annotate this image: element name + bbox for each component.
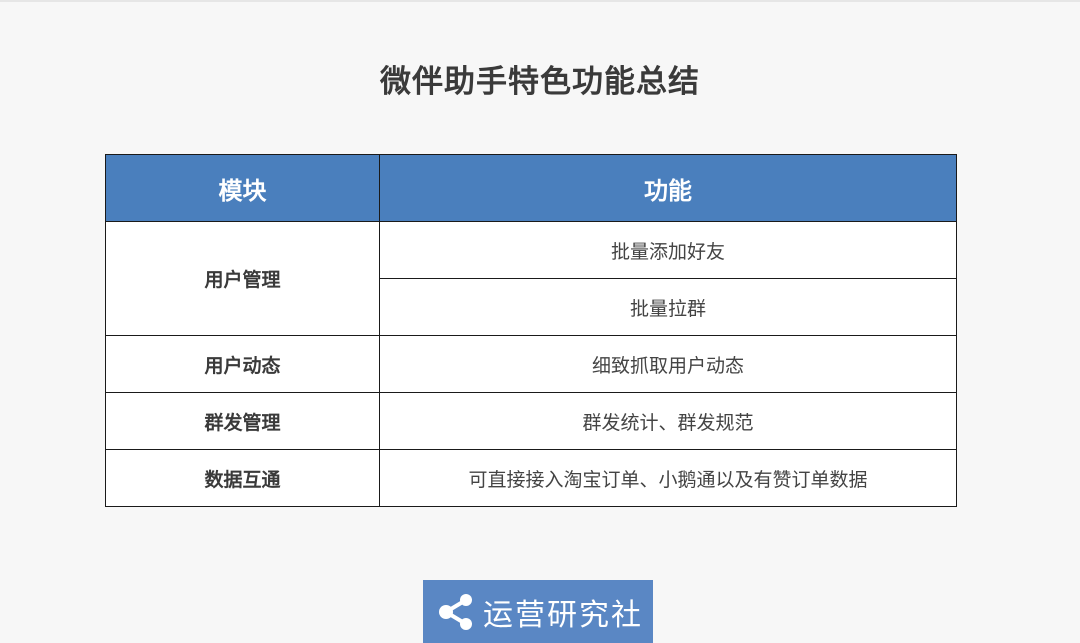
- module-cell: 用户动态: [105, 335, 380, 393]
- share-icon: [439, 593, 472, 630]
- feature-cell: 批量拉群: [379, 278, 957, 336]
- feature-cell: 群发统计、群发规范: [379, 392, 957, 450]
- module-cell: 数据互通: [105, 449, 380, 507]
- table-row: 用户动态 细致抓取用户动态: [105, 335, 957, 393]
- feature-cell: 可直接接入淘宝订单、小鹅通以及有赞订单数据: [379, 449, 957, 507]
- table-row: 群发管理 群发统计、群发规范: [105, 392, 957, 450]
- page-title: 微伴助手特色功能总结: [380, 64, 700, 100]
- module-cell: 群发管理: [105, 392, 380, 450]
- header-module: 模块: [105, 154, 380, 222]
- table-header-row: 模块 功能: [105, 154, 957, 222]
- feature-cell: 细致抓取用户动态: [379, 335, 957, 393]
- top-divider: [0, 0, 1080, 2]
- module-cell: 用户管理: [105, 221, 380, 336]
- brand-logo: 运营研究社: [423, 580, 653, 643]
- table-row: 数据互通 可直接接入淘宝订单、小鹅通以及有赞订单数据: [105, 449, 957, 507]
- feature-table: 模块 功能 用户管理 批量添加好友 批量拉群 用户动态 细致抓取用户动态 群发管…: [105, 154, 957, 507]
- header-feature: 功能: [379, 154, 957, 222]
- table-row: 用户管理 批量添加好友: [105, 221, 957, 336]
- brand-name: 运营研究社: [483, 597, 643, 633]
- feature-cell: 批量添加好友: [379, 221, 957, 279]
